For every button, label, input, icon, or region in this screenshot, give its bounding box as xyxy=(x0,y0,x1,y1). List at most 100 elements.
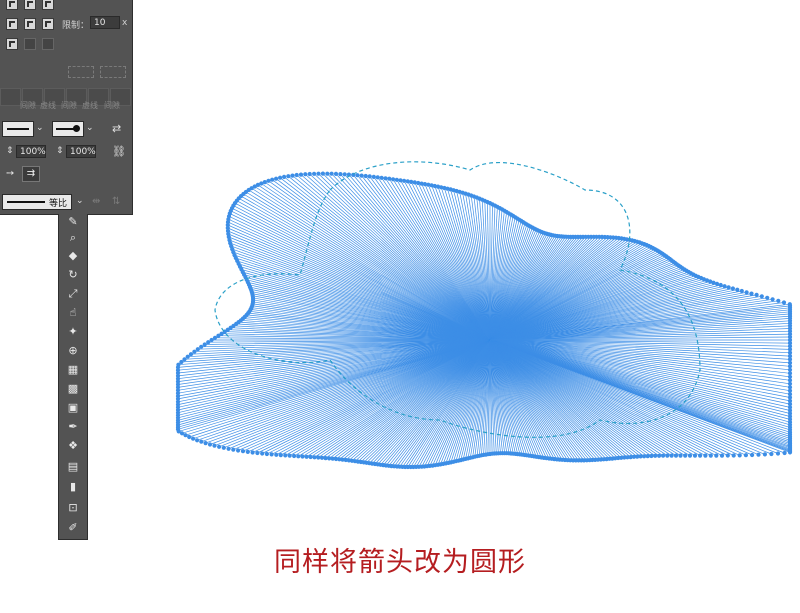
circle-arrowhead xyxy=(262,180,267,185)
circle-arrowhead xyxy=(329,171,334,176)
preserve-dash-button[interactable] xyxy=(68,66,94,78)
warp-icon[interactable]: ☝ xyxy=(64,305,82,321)
eraser-icon[interactable]: ◆ xyxy=(64,248,82,264)
circle-arrowhead xyxy=(759,294,764,299)
circle-arrowhead xyxy=(269,452,274,457)
circle-arrowhead xyxy=(673,453,679,458)
dash-label-2: 虚线 xyxy=(40,101,56,110)
circle-arrowhead xyxy=(250,450,255,455)
circle-arrowhead xyxy=(653,453,658,458)
chevron-down-icon[interactable]: ⌄ xyxy=(36,123,44,133)
circle-arrowhead xyxy=(298,172,304,177)
pin-icon[interactable]: ✦ xyxy=(64,324,82,340)
circle-arrowhead xyxy=(240,449,246,454)
chevron-down-icon[interactable]: ⌄ xyxy=(86,123,94,133)
end-scale-field[interactable]: 100% xyxy=(66,145,96,158)
circle-arrowhead xyxy=(669,453,674,458)
circle-arrowhead xyxy=(775,451,781,456)
tools-panel: ✎ ⌕ ◆ ↻ ⤢ ☝ ✦ ⊕ ▦ ▩ ▣ ✒ ❖ ▤ ▮ ⊡ ✐ xyxy=(58,214,88,540)
artboard-icon[interactable]: ⊡ xyxy=(64,500,82,516)
place-at-end-button[interactable]: ⇉ xyxy=(22,166,40,182)
end-arrowhead-select[interactable] xyxy=(52,121,84,137)
circle-arrowhead xyxy=(363,173,368,179)
circle-arrowhead xyxy=(199,439,204,444)
miter-join-button[interactable] xyxy=(6,18,18,30)
circle-arrowhead xyxy=(781,300,787,305)
circle-arrowhead xyxy=(769,451,774,457)
circle-arrowhead xyxy=(316,171,321,176)
shape-builder-icon[interactable]: ⊕ xyxy=(64,343,82,359)
swap-arrows-icon[interactable]: ⇄ xyxy=(112,122,121,135)
flip-along-icon[interactable]: ⇹ xyxy=(92,196,100,207)
circle-arrowhead xyxy=(367,174,372,179)
circle-arrowhead xyxy=(286,174,291,179)
circle-arrowhead xyxy=(236,448,241,453)
align-dash-button[interactable] xyxy=(100,66,126,78)
circle-arrowhead xyxy=(765,295,770,300)
perspective-icon[interactable]: ▦ xyxy=(64,362,82,378)
circle-arrowhead xyxy=(212,443,217,448)
circle-arrowhead xyxy=(221,445,226,450)
circle-arrowhead xyxy=(203,441,208,446)
extend-arrow-icon[interactable]: ➙ xyxy=(6,168,14,179)
circle-arrowhead xyxy=(278,453,283,458)
limit-label: 限制： xyxy=(62,21,90,31)
align-center-button[interactable] xyxy=(6,38,18,50)
circle-arrowhead xyxy=(394,177,399,182)
align-inside-button[interactable] xyxy=(24,38,36,50)
circle-arrowhead xyxy=(303,172,308,177)
round-join-button[interactable] xyxy=(24,18,36,30)
profile-label: 等比 xyxy=(49,199,68,209)
start-arrowhead-select[interactable] xyxy=(2,121,34,137)
circle-arrowhead xyxy=(207,442,213,447)
stepper-icon[interactable]: ⇕ xyxy=(6,146,14,156)
circle-arrowhead xyxy=(743,453,749,458)
profile-select[interactable]: 等比 xyxy=(2,194,72,210)
circle-arrowhead xyxy=(787,450,793,455)
symbol-sprayer-icon[interactable]: ▤ xyxy=(64,459,82,475)
mesh-icon[interactable]: ▩ xyxy=(64,381,82,397)
slice-icon[interactable]: ✐ xyxy=(64,520,82,536)
circle-arrowhead xyxy=(294,172,299,178)
blend-icon[interactable]: ❖ xyxy=(64,438,82,454)
circle-arrowhead xyxy=(187,434,192,440)
start-scale-field[interactable]: 100% xyxy=(16,145,46,158)
circle-arrowhead xyxy=(661,453,666,458)
dash-field-1[interactable] xyxy=(0,88,21,106)
rotate-icon[interactable]: ↻ xyxy=(64,267,82,283)
circle-arrowhead xyxy=(312,171,317,176)
round-cap-button[interactable] xyxy=(24,0,36,10)
circle-arrowhead xyxy=(231,447,236,452)
circle-arrowhead xyxy=(405,179,410,184)
eyedropper-icon[interactable]: ✒ xyxy=(64,419,82,435)
circle-arrowhead xyxy=(754,292,759,297)
projecting-cap-button[interactable] xyxy=(42,0,54,10)
circle-arrowhead xyxy=(274,452,279,457)
unlink-icon[interactable]: ⛓ xyxy=(112,145,126,158)
circle-arrowhead xyxy=(255,450,260,456)
circle-arrowhead xyxy=(274,176,279,181)
stepper-icon[interactable]: ⇕ xyxy=(56,146,64,156)
circle-arrowhead xyxy=(199,344,204,349)
pencil-icon[interactable]: ✎ xyxy=(64,214,82,230)
chevron-down-icon[interactable]: ⌄ xyxy=(76,196,84,206)
gradient-icon[interactable]: ▣ xyxy=(64,400,82,416)
dash-label-3: 间隙 xyxy=(61,101,77,110)
bevel-join-button[interactable] xyxy=(42,18,54,30)
butt-cap-button[interactable] xyxy=(6,0,18,10)
align-outside-button[interactable] xyxy=(42,38,54,50)
circle-arrowhead xyxy=(782,450,787,456)
graph-icon[interactable]: ▮ xyxy=(64,479,82,495)
circle-arrowhead xyxy=(412,180,417,185)
circle-arrowhead xyxy=(292,453,297,459)
circle-arrowhead xyxy=(645,454,650,459)
circle-arrowhead xyxy=(260,451,265,456)
circle-arrowhead xyxy=(731,453,736,458)
circle-arrowhead xyxy=(264,451,269,457)
circle-arrowhead xyxy=(375,175,380,180)
circle-arrowhead xyxy=(402,178,407,183)
lasso-brush-icon[interactable]: ⌕ xyxy=(64,230,82,246)
scale-icon[interactable]: ⤢ xyxy=(64,286,82,302)
flip-across-icon[interactable]: ⇅ xyxy=(112,196,120,207)
limit-field[interactable]: 10 xyxy=(90,16,120,29)
